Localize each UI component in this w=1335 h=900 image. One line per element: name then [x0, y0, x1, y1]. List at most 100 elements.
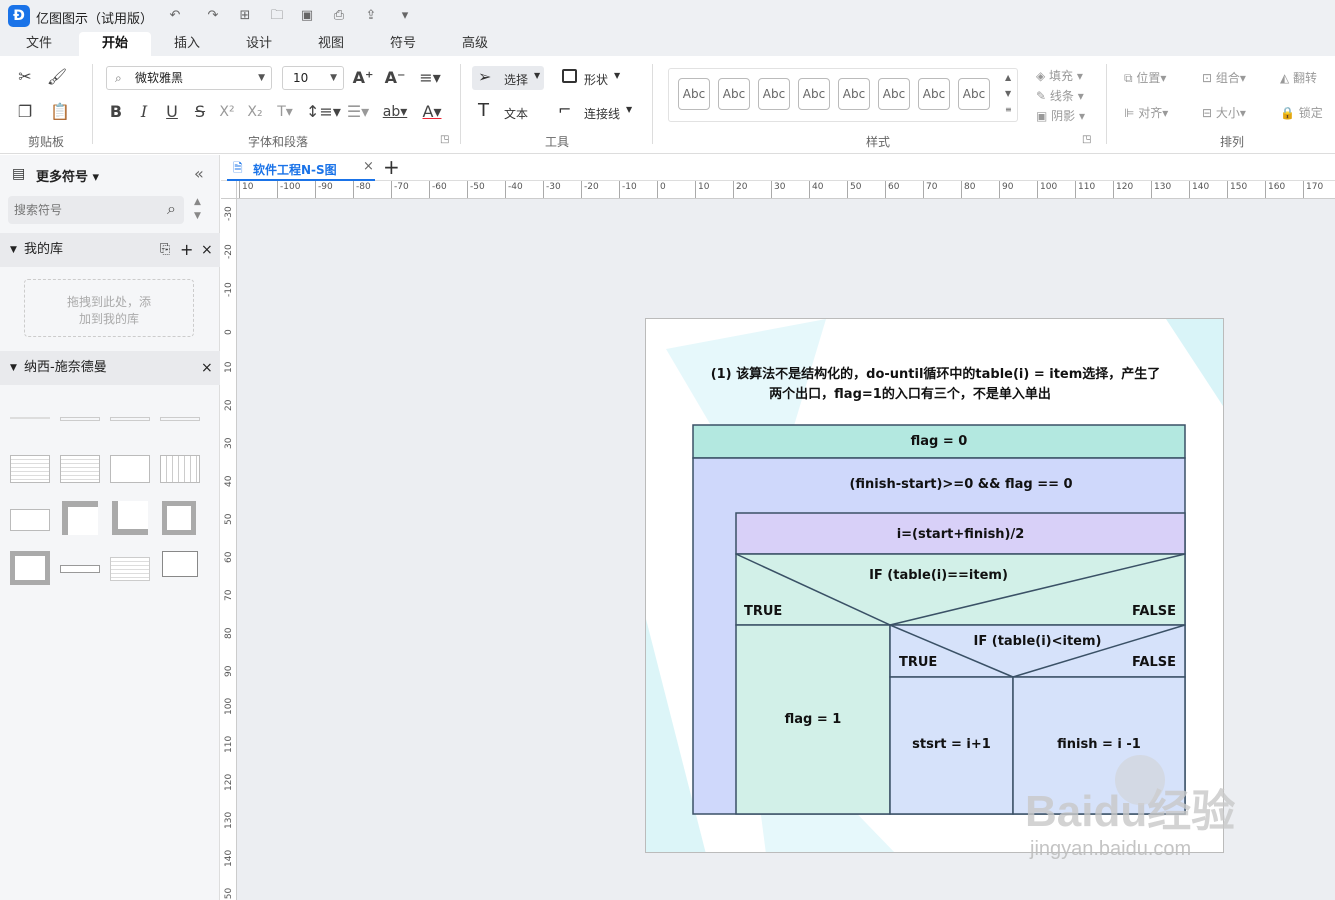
align-button[interactable]: ⊫ 对齐▾ — [1124, 104, 1168, 121]
menu-home[interactable]: 开始 — [79, 32, 151, 56]
align-text-icon[interactable]: ≡▾ — [416, 67, 444, 89]
italic-icon[interactable]: I — [134, 101, 154, 123]
ns-library-header[interactable]: ▼ 纳西-施奈德曼 × — [0, 351, 220, 385]
search-icon[interactable]: ⌕ — [167, 199, 176, 219]
ruler-tick-label: -50 — [467, 181, 485, 198]
ruler-tick-label: 30 — [771, 181, 785, 198]
shape-tool-button[interactable]: 形状 ▼ — [558, 66, 630, 90]
tab-document[interactable]: 🗎 软件工程N-S图 × — [227, 155, 375, 181]
text-tool-button[interactable]: T 文本 — [478, 100, 538, 124]
select-tool-button[interactable]: ➢ 选择 ▼ — [472, 66, 544, 90]
close-icon[interactable]: × — [363, 159, 374, 174]
print-icon[interactable]: ⎙ — [330, 7, 348, 25]
grow-font-icon[interactable]: A⁺ — [352, 67, 374, 89]
lock-button[interactable]: 🔒 锁定 — [1280, 104, 1323, 121]
ruler-tick-label: 160 — [1265, 181, 1285, 198]
symbol-thumbnail[interactable] — [160, 455, 200, 483]
paste-icon[interactable]: 📋 — [46, 101, 74, 123]
close-icon[interactable]: × — [201, 233, 213, 267]
symbol-thumbnail[interactable] — [10, 551, 50, 585]
ruler-tick-label: 40 — [224, 475, 234, 487]
ruler-tick-label: -30 — [224, 206, 234, 221]
line-button[interactable]: ✎ 线条 ▾ — [1036, 87, 1084, 104]
copy-icon[interactable]: ❐ — [14, 101, 36, 123]
list-icon[interactable]: ☰▾ — [344, 101, 372, 123]
bold-icon[interactable]: B — [106, 101, 126, 123]
more-symbols-button[interactable]: 更多符号 ▾ — [36, 166, 99, 185]
scroll-arrows-icon[interactable]: ▲ ▼ — [194, 195, 201, 223]
connector-tool-button[interactable]: ⌐ 连接线 ▼ — [556, 100, 640, 124]
style-preset[interactable]: Abc — [918, 78, 950, 110]
drop-hint-line-2: 加到我的库 — [78, 312, 139, 326]
dialog-launcher-icon[interactable]: ◳ — [1082, 134, 1091, 145]
close-icon[interactable]: × — [201, 351, 213, 385]
position-button[interactable]: ⧉ 位置▾ — [1124, 69, 1166, 86]
symbol-thumbnail[interactable] — [60, 455, 100, 483]
menu-advanced[interactable]: 高级 — [439, 32, 511, 56]
symbol-thumbnail[interactable] — [162, 551, 198, 577]
symbol-thumbnail[interactable] — [162, 501, 196, 535]
font-size-select[interactable]: 10 ▼ — [282, 66, 344, 90]
symbol-thumbnail[interactable] — [110, 417, 150, 421]
symbol-thumbnail[interactable] — [110, 455, 150, 483]
save-icon[interactable]: ▣ — [298, 7, 316, 25]
underline-icon[interactable]: U — [162, 101, 182, 123]
highlight-icon[interactable]: ab▾ — [380, 101, 410, 123]
symbol-thumbnail[interactable] — [10, 509, 50, 531]
line-spacing-icon[interactable]: ↕≡▾ — [306, 101, 341, 123]
redo-icon[interactable]: ↷ — [204, 7, 222, 25]
strikethrough-icon[interactable]: S — [190, 101, 210, 123]
style-preset[interactable]: Abc — [798, 78, 830, 110]
ruler-tick-label: 70 — [923, 181, 937, 198]
symbol-thumbnail[interactable] — [60, 417, 100, 421]
format-painter-icon[interactable]: 🖌 — [46, 66, 68, 88]
import-icon[interactable]: ⎘ — [160, 233, 170, 267]
font-name-select[interactable]: ⌕ 微软雅黑 ▼ — [106, 66, 272, 90]
export-icon[interactable]: ⇪ — [362, 7, 380, 25]
subscript-icon[interactable]: X₂ — [244, 101, 266, 123]
menu-file[interactable]: 文件 — [3, 32, 75, 56]
library-drop-zone[interactable]: 拖拽到此处，添 加到我的库 — [24, 279, 194, 337]
symbol-search-box[interactable]: ⌕ — [8, 196, 184, 224]
fill-button[interactable]: ◈ 填充 ▾ — [1036, 67, 1083, 84]
collapse-sidebar-icon[interactable]: « — [194, 164, 204, 183]
cut-icon[interactable]: ✂ — [14, 66, 36, 88]
symbol-thumbnail[interactable] — [10, 455, 50, 483]
dialog-launcher-icon[interactable]: ◳ — [440, 134, 449, 145]
undo-icon[interactable]: ↶ — [166, 7, 184, 25]
search-input[interactable] — [14, 201, 154, 219]
style-preset[interactable]: Abc — [958, 78, 990, 110]
style-preset[interactable]: Abc — [758, 78, 790, 110]
font-color-icon[interactable]: A▾ — [418, 101, 446, 123]
group-label-arrange: 排列 — [1220, 135, 1245, 149]
superscript-icon[interactable]: X² — [216, 101, 238, 123]
symbol-thumbnail[interactable] — [112, 501, 148, 535]
menu-insert[interactable]: 插入 — [151, 32, 223, 56]
open-folder-icon[interactable]: 🗀 — [268, 7, 286, 25]
new-file-icon[interactable]: ⊞ — [236, 7, 254, 25]
customize-chevron-icon[interactable]: ▾ — [396, 7, 414, 25]
style-preset[interactable]: Abc — [878, 78, 910, 110]
add-tab-icon[interactable]: + — [383, 155, 400, 179]
shadow-button[interactable]: ▣ 阴影 ▾ — [1036, 107, 1085, 124]
flip-button[interactable]: ◭ 翻转 — [1280, 69, 1317, 86]
group-button[interactable]: ⊡ 组合▾ — [1202, 69, 1246, 86]
symbol-thumbnail[interactable] — [160, 417, 200, 421]
shrink-font-icon[interactable]: A⁻ — [384, 67, 406, 89]
add-icon[interactable]: + — [180, 233, 193, 267]
symbol-thumbnail[interactable] — [10, 417, 50, 419]
style-preset[interactable]: Abc — [838, 78, 870, 110]
size-button[interactable]: ⊟ 大小▾ — [1202, 104, 1246, 121]
style-preset[interactable]: Abc — [678, 78, 710, 110]
symbol-thumbnail[interactable] — [110, 557, 150, 581]
menu-symbols[interactable]: 符号 — [367, 32, 439, 56]
my-library-header[interactable]: ▼ 我的库 ⎘ + × — [0, 233, 220, 267]
symbol-thumbnail[interactable] — [60, 565, 100, 573]
text-case-icon[interactable]: T▾ — [272, 101, 298, 123]
menu-view[interactable]: 视图 — [295, 32, 367, 56]
ruler-tick-label: -60 — [429, 181, 447, 198]
style-preset[interactable]: Abc — [718, 78, 750, 110]
gallery-scroll-icon[interactable]: ▲ ▼ ≡ — [1005, 70, 1015, 118]
symbol-thumbnail[interactable] — [62, 501, 98, 535]
menu-design[interactable]: 设计 — [223, 32, 295, 56]
